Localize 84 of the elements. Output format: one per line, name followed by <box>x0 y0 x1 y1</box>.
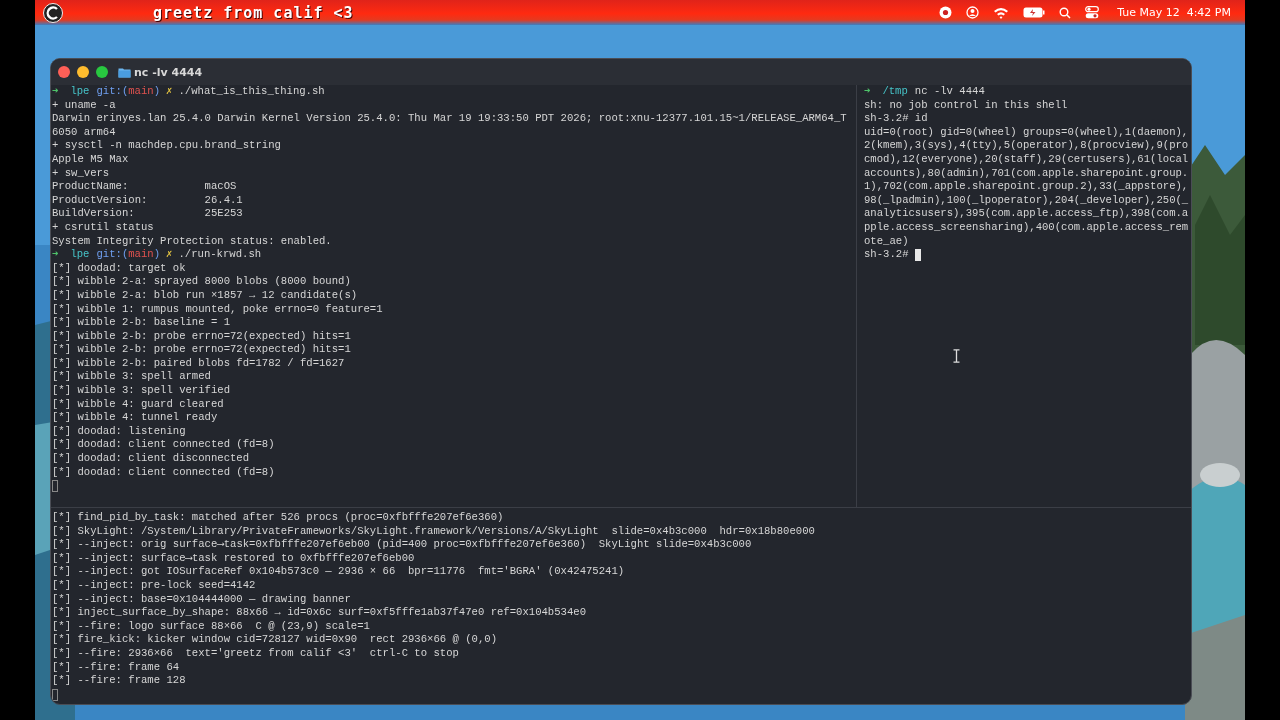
git-label: git:( <box>96 248 129 262</box>
terminal-line: + uname -a <box>52 98 116 113</box>
terminal-line: sh: no job control in this shell <box>864 98 1068 113</box>
terminal-line: analyticsusers),395(com.apple.access_ftp),398(com.a <box>864 207 1189 221</box>
prompt-directory: lpe <box>70 85 90 99</box>
terminal-line: [*] doodad: client connected (fd=8) <box>52 438 275 453</box>
terminal-line: [*] --fire: logo surface 88×66 C @ (23,9) scale=1 <box>52 619 370 634</box>
minimize-button[interactable] <box>77 66 89 78</box>
terminal-line: sh-3.2# <box>864 248 909 262</box>
terminal-line: [*] find_pid_by_task: matched after 526 procs (proc=0xfbfffe207ef6e360) <box>52 511 504 525</box>
terminal-line: [*] --inject: orig surface⟶task=0xfbfffe207ef6eb00 (pid=400 proc=0xfbfffe207ef6e360) SkyLight slide=0x4b3c000 <box>52 538 752 552</box>
terminal-line: [*] inject_surface_by_shape: 88x66 → id=0x6c surf=0xf5fffe1ab37f47e0 ref=0x104b534e0 <box>52 606 586 620</box>
terminal-line: [*] --fire: 2936×66 text='greetz from calif <3' ctrl-C to stop <box>52 646 459 661</box>
terminal-line: ProductName: macOS <box>52 180 237 194</box>
close-button[interactable] <box>58 66 70 78</box>
terminal-line: [*] doodad: client connected (fd=8) <box>52 465 275 480</box>
terminal-line: [*] --inject: surface⟶task restored to 0xfbfffe207ef6eb00 <box>52 551 415 566</box>
terminal-line: + sysctl -n machdep.cpu.brand_string <box>52 139 281 153</box>
command-text: nc -lv 4444 <box>914 85 985 99</box>
terminal-line: [*] --fire: frame 128 <box>52 674 186 688</box>
terminal-line: [*] wibble 4: guard cleared <box>52 397 224 412</box>
terminal-line: Darwin erinyes.lan 25.4.0 Darwin Kernel Version 25.4.0: Thu Mar 19 19:33:50 PDT 2026; root:xnu-12377.101.15~1/RELEASE_ARM64_T <box>52 112 847 126</box>
wifi-icon[interactable] <box>993 6 1010 19</box>
terminal-line: [*] wibble 3: spell armed <box>52 370 211 385</box>
terminal-line: sh-3.2# id <box>864 112 928 126</box>
logo-icon[interactable] <box>43 2 63 23</box>
record-icon[interactable] <box>939 6 953 19</box>
git-branch: main <box>128 85 154 99</box>
terminal-line: 1),702(com.apple.sharepoint.group.2),33(_appstore), <box>864 180 1189 194</box>
prompt-arrow: ➜ <box>52 248 59 262</box>
terminal-line: + csrutil status <box>52 220 154 235</box>
prompt-arrow: ➜ <box>52 85 59 99</box>
folder-icon <box>118 66 131 78</box>
terminal-line: 2(kmem),3(sys),4(tty),5(operator),8(procview),9(pro <box>864 139 1189 153</box>
i-beam-pointer-icon <box>953 349 960 363</box>
terminal-line: [*] --fire: frame 64 <box>52 660 180 675</box>
terminal-line: [*] wibble 2-b: probe errno=72(expected) hits=1 <box>52 343 351 357</box>
user-icon[interactable] <box>966 6 980 19</box>
terminal-line: uid=0(root) gid=0(wheel) groups=0(wheel),1(daemon), <box>864 125 1189 140</box>
terminal-line: 6050 arm64 <box>52 125 116 140</box>
window-title: nc -lv 4444 <box>134 65 203 79</box>
terminal-line: Apple M5 Max <box>52 152 129 167</box>
terminal-line: [*] wibble 2-b: probe errno=72(expected) hits=1 <box>52 329 351 344</box>
battery-icon[interactable] <box>1023 7 1046 18</box>
terminal-line: 98(_lpadmin),100(_lpoperator),204(_developer),250(_ <box>864 193 1189 208</box>
dirty-mark: ✗ <box>166 85 173 99</box>
banner-text: greetz from calif <3 <box>153 3 354 22</box>
terminal-line: [*] --inject: base=0x104444000 — drawing banner <box>52 592 351 607</box>
terminal-line: ProductVersion: 26.4.1 <box>52 193 243 208</box>
terminal-line: [*] wibble 2-b: baseline = 1 <box>52 316 230 330</box>
terminal-line: + sw_vers <box>52 166 110 181</box>
terminal-line: [*] --inject: got IOSurfaceRef 0x104b573c0 — 2936 × 66 bpr=11776 fmt='BGRA' (0x42475241) <box>52 565 625 579</box>
terminal-line: System Integrity Protection status: enabled. <box>52 234 332 249</box>
terminal-line: [*] SkyLight: /System/Library/PrivateFrameworks/SkyLight.framework/Versions/A/SkyLight slide=0x4b3c000 hdr=0x18b80e000 <box>52 524 815 539</box>
terminal-line: BuildVersion: 25E253 <box>52 207 243 221</box>
terminal-line: [*] wibble 2-a: sprayed 8000 blobs (8000 bound) <box>52 275 351 289</box>
menu-clock[interactable]: Tue May 12 4:42 PM <box>1117 6 1231 19</box>
git-branch: main <box>128 248 154 262</box>
terminal-line: accounts),80(admin),701(com.apple.sharepoint.group. <box>864 166 1189 181</box>
dirty-mark: ✗ <box>166 248 173 262</box>
prompt-directory: lpe <box>70 248 90 262</box>
command-text: ./what_is_this_thing.sh <box>178 85 325 99</box>
git-label: ) <box>153 85 161 99</box>
terminal-line: [*] fire_kick: kicker window cid=728127 wid=0x90 rect 2936×66 @ (0,0) <box>52 633 497 647</box>
git-label: ) <box>153 248 161 262</box>
terminal-line: [*] wibble 1: rumpus mounted, poke errno=0 feature=1 <box>52 302 383 317</box>
git-label: git:( <box>96 85 129 99</box>
zoom-button[interactable] <box>96 66 108 78</box>
search-icon[interactable] <box>1059 6 1072 19</box>
command-text: ./run-krwd.sh <box>178 248 262 262</box>
prompt-directory: /tmp <box>882 85 908 99</box>
terminal-line: [*] wibble 4: tunnel ready <box>52 411 218 425</box>
terminal-line: [*] wibble 2-b: paired blobs fd=1782 / fd=1627 <box>52 356 345 371</box>
terminal-line: cmod),12(everyone),20(staff),29(certusers),61(local <box>864 152 1189 167</box>
terminal-line: [*] --inject: pre-lock seed=4142 <box>52 578 256 593</box>
terminal-line: [*] doodad: listening <box>52 424 186 439</box>
terminal-line: [*] wibble 2-a: blob run ×1857 → 12 candidate(s) <box>52 288 358 303</box>
terminal-line: ote_ae) <box>864 234 909 249</box>
control-center-icon[interactable] <box>1085 6 1100 19</box>
terminal-line: [*] wibble 3: spell verified <box>52 384 230 398</box>
terminal-line: [*] doodad: target ok <box>52 261 186 276</box>
terminal-line: pple.access_screensharing),400(com.apple.access_rem <box>864 220 1189 235</box>
terminal-line: [*] doodad: client disconnected <box>52 452 250 466</box>
prompt-arrow: ➜ <box>864 85 871 99</box>
